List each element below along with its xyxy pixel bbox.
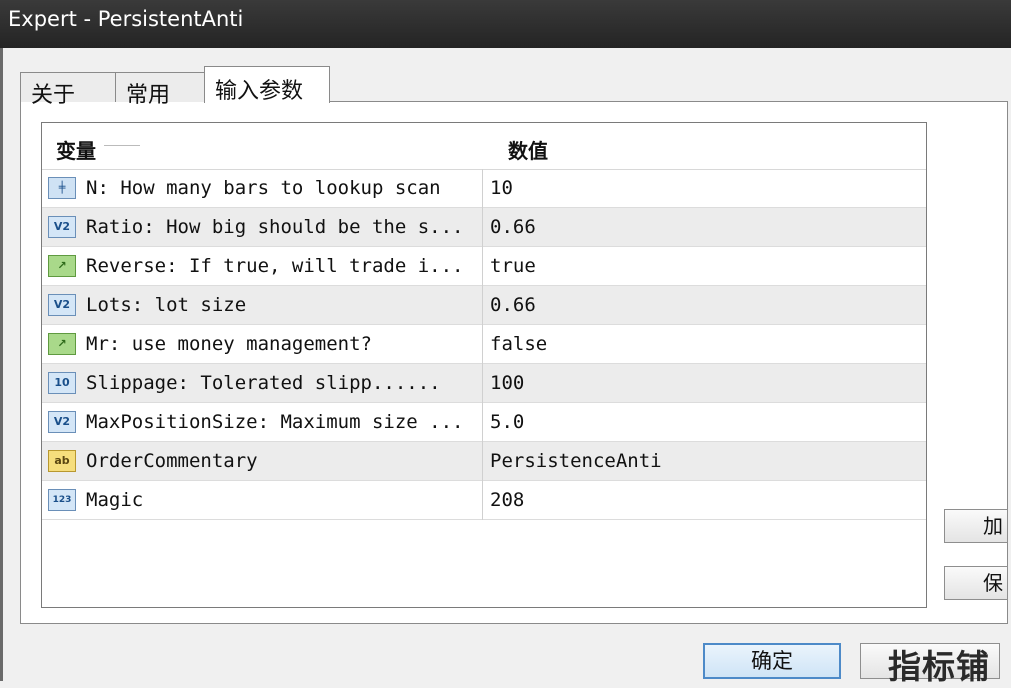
param-name: MaxPositionSize: Maximum size ... <box>86 411 464 433</box>
column-divider <box>482 403 483 442</box>
param-name: Lots: lot size <box>86 294 247 316</box>
param-name: Magic <box>86 489 144 511</box>
param-name: Ratio: How big should be the s... <box>86 216 464 238</box>
param-value[interactable]: true <box>490 255 536 277</box>
param-row[interactable]: ab OrderCommentary PersistenceAnti <box>42 442 926 481</box>
column-divider <box>482 208 483 247</box>
column-divider <box>482 325 483 364</box>
param-row[interactable]: 123 Magic 208 <box>42 481 926 520</box>
header-divider <box>104 145 140 146</box>
v2-icon: V2 <box>48 411 76 433</box>
param-row[interactable]: ↗ Reverse: If true, will trade i... true <box>42 247 926 286</box>
param-value[interactable]: 208 <box>490 489 524 511</box>
param-row[interactable]: V2 Ratio: How big should be the s... 0.6… <box>42 208 926 247</box>
column-divider <box>482 169 483 208</box>
ok-button-label: 确定 <box>751 649 793 673</box>
param-value[interactable]: 100 <box>490 372 524 394</box>
param-name: Slippage: Tolerated slipp...... <box>86 372 441 394</box>
param-name: N: How many bars to lookup scan <box>86 177 441 199</box>
parameters-grid: 变量 数值 ╪ N: How many bars to lookup scan … <box>41 122 927 608</box>
param-row[interactable]: ╪ N: How many bars to lookup scan 10 <box>42 169 926 208</box>
column-divider <box>482 286 483 325</box>
grid-icon: ╪ <box>48 177 76 199</box>
toggle-icon: ↗ <box>48 255 76 277</box>
column-divider <box>482 481 483 520</box>
string-icon: ab <box>48 450 76 472</box>
param-value[interactable]: 10 <box>490 177 513 199</box>
tab-about[interactable]: 关于 <box>20 72 116 108</box>
param-value[interactable]: 0.66 <box>490 294 536 316</box>
param-name: OrderCommentary <box>86 450 258 472</box>
header-variable[interactable]: 变量 <box>56 135 96 164</box>
param-row[interactable]: V2 Lots: lot size 0.66 <box>42 286 926 325</box>
column-divider <box>482 364 483 403</box>
param-name: Mr: use money management? <box>86 333 372 355</box>
param-row[interactable]: V2 MaxPositionSize: Maximum size ... 5.0 <box>42 403 926 442</box>
column-divider <box>482 247 483 286</box>
param-value[interactable]: 0.66 <box>490 216 536 238</box>
header-value[interactable]: 数值 <box>508 135 548 164</box>
load-button[interactable]: 加 <box>944 509 1008 543</box>
v2-icon: V2 <box>48 294 76 316</box>
title-bar: Expert - PersistentAnti <box>0 0 1011 48</box>
param-row[interactable]: ↗ Mr: use money management? false <box>42 325 926 364</box>
save-button[interactable]: 保 <box>944 566 1008 600</box>
tab-inputs[interactable]: 输入参数 <box>204 66 330 104</box>
param-value[interactable]: false <box>490 333 547 355</box>
tab-common-label: 常用 <box>126 83 171 108</box>
v2-icon: V2 <box>48 216 76 238</box>
column-divider <box>482 442 483 481</box>
tab-inputs-label: 输入参数 <box>215 79 304 104</box>
param-row[interactable]: 10 Slippage: Tolerated slipp...... 100 <box>42 364 926 403</box>
window-title: Expert - PersistentAnti <box>8 7 244 31</box>
param-value[interactable]: PersistenceAnti <box>490 450 662 472</box>
grid-header: 变量 数值 <box>42 123 926 170</box>
param-value[interactable]: 5.0 <box>490 411 524 433</box>
ok-button[interactable]: 确定 <box>703 643 841 679</box>
param-name: Reverse: If true, will trade i... <box>86 255 464 277</box>
load-button-label: 加 <box>983 514 1003 538</box>
save-button-label: 保 <box>983 571 1003 595</box>
tab-common[interactable]: 常用 <box>115 72 205 108</box>
tab-about-label: 关于 <box>31 83 76 108</box>
int-icon: 10 <box>48 372 76 394</box>
toggle-icon: ↗ <box>48 333 76 355</box>
number-icon: 123 <box>48 489 76 511</box>
